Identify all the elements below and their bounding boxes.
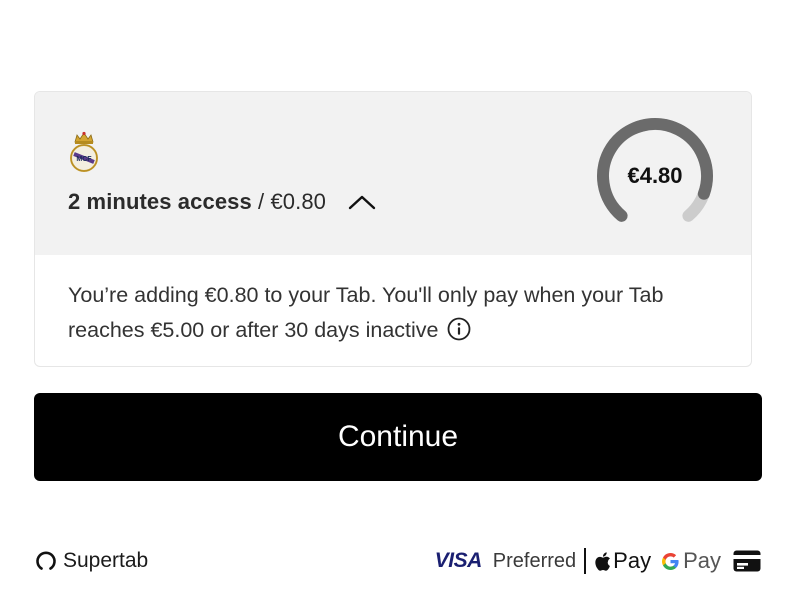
- google-pay-logo: Pay: [661, 548, 721, 574]
- continue-button[interactable]: Continue: [34, 393, 762, 481]
- payment-divider: [584, 548, 587, 574]
- google-pay-label: Pay: [683, 548, 721, 573]
- svg-text:MCF: MCF: [76, 156, 92, 163]
- apple-pay-label: Pay: [613, 548, 652, 573]
- supertab-label: Supertab: [63, 549, 149, 572]
- tab-info-text: You’re adding €0.80 to your Tab. You'll …: [68, 278, 728, 348]
- offer-price: €0.80: [270, 189, 327, 214]
- supertab-logo-icon: [36, 551, 56, 570]
- publisher-crest-icon: MCF: [70, 131, 98, 172]
- offer-card-header: MCF 2 minutes access / €0.80 €4.80: [35, 92, 751, 255]
- collapse-toggle-button[interactable]: [346, 187, 378, 217]
- paywall-page: MCF 2 minutes access / €0.80 €4.80 You’r…: [0, 0, 794, 610]
- google-g-icon: [662, 552, 679, 570]
- offer-label: 2 minutes access / €0.80: [68, 189, 326, 215]
- payment-methods: VISA Preferred Pay Pay: [435, 545, 761, 577]
- supertab-brand[interactable]: Supertab: [35, 547, 148, 575]
- visa-logo: VISA: [434, 549, 483, 572]
- credit-card-icon: [733, 550, 761, 572]
- offer-duration: 2 minutes access: [68, 189, 252, 214]
- info-icon[interactable]: [447, 317, 471, 341]
- preferred-label: Preferred: [492, 549, 577, 572]
- tab-total-value: €4.80: [627, 163, 683, 188]
- tab-info-message: You’re adding €0.80 to your Tab. You'll …: [68, 283, 664, 342]
- offer-summary[interactable]: 2 minutes access / €0.80: [68, 187, 378, 217]
- offer-card: MCF 2 minutes access / €0.80 €4.80 You’r…: [34, 91, 752, 367]
- offer-separator: /: [251, 189, 271, 214]
- chevron-up-icon: [348, 195, 376, 210]
- apple-pay-logo: Pay: [594, 548, 651, 574]
- tab-total-gauge: €4.80: [593, 114, 717, 238]
- apple-icon: [595, 551, 611, 571]
